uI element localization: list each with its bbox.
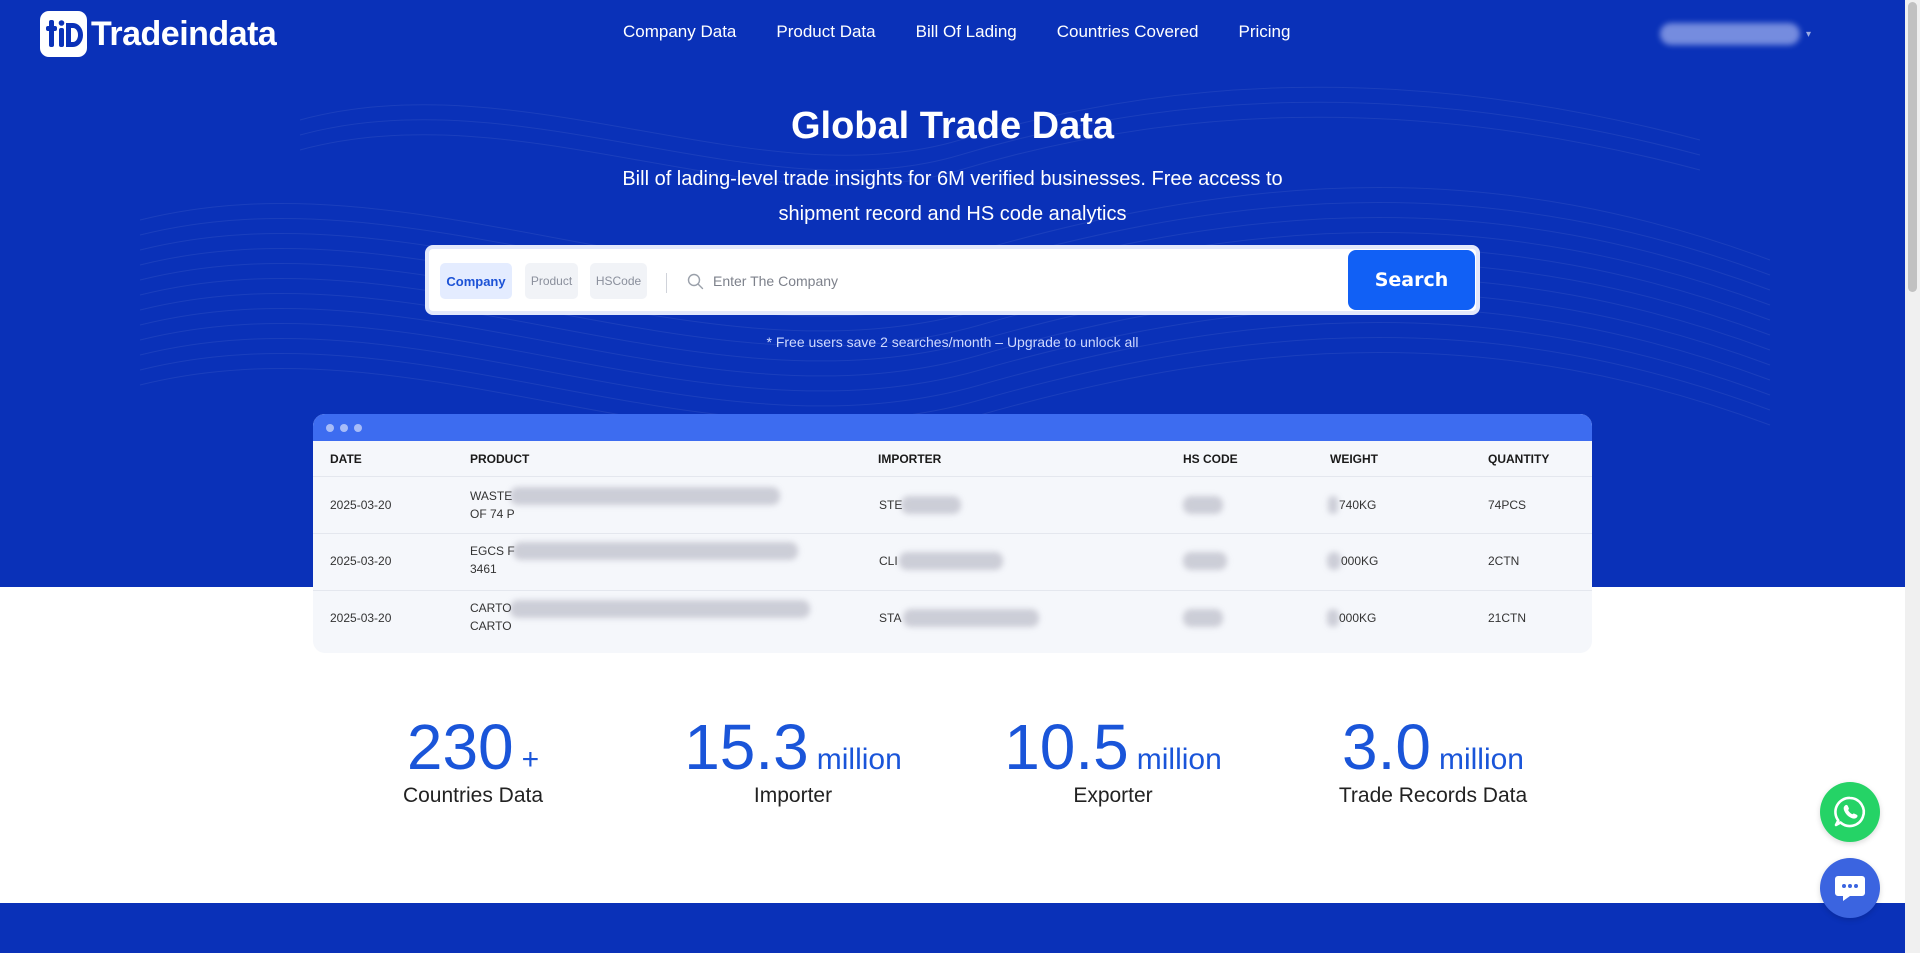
window-dot-icon: [354, 424, 362, 432]
brand-logo[interactable]: Tradeindata: [40, 11, 277, 57]
cell-importer: STE: [879, 498, 903, 512]
nav-product-data[interactable]: Product Data: [776, 22, 875, 42]
search-tab-company[interactable]: Company: [440, 263, 512, 299]
blurred-hs-code: [1183, 609, 1223, 627]
brand-name: Tradeindata: [91, 14, 277, 53]
chevron-down-icon: ▾: [1806, 28, 1812, 40]
cell-quantity: 2CTN: [1488, 554, 1520, 568]
cell-weight: 740KG: [1339, 498, 1377, 512]
blurred-weight-prefix: [1327, 552, 1341, 570]
column-header-hs-code: HS CODE: [1183, 452, 1238, 466]
hero-subtitle: Bill of lading-level trade insights for …: [622, 168, 1283, 225]
logo-mark-icon: [40, 11, 87, 57]
stat-countries: 230 + Countries Data: [323, 712, 623, 808]
table-row[interactable]: 2025-03-20 CARTO CARTO STA 000KG 21CTN: [313, 590, 1592, 646]
stat-label: Exporter: [1073, 784, 1153, 807]
stat-label: Countries Data: [402, 784, 544, 807]
cell-weight: 000KG: [1341, 554, 1379, 568]
blurred-weight-prefix: [1327, 609, 1339, 627]
blurred-account-name: [1660, 23, 1800, 45]
top-navbar: Tradeindata Company Data Product Data Bi…: [0, 0, 1920, 68]
stat-number: 10.5: [1004, 711, 1129, 783]
cell-date: 2025-03-20: [330, 554, 392, 568]
stat-unit: million: [816, 743, 902, 776]
page-scrollbar[interactable]: [1905, 0, 1920, 953]
stat-number: 3.0: [1342, 711, 1431, 783]
stat-unit: million: [1136, 743, 1222, 776]
stat-label: Trade Records Data: [1338, 784, 1528, 807]
blurred-product-text: [513, 542, 798, 560]
blurred-product-text: [510, 487, 780, 505]
stat-number: 15.3: [684, 711, 809, 783]
table-row[interactable]: 2025-03-20 EGCS F 3461 CLI 000KG 2CTN: [313, 533, 1592, 589]
column-header-importer: IMPORTER: [878, 452, 942, 466]
free-users-note: * Free users save 2 searches/month – Upg…: [766, 334, 1139, 350]
cell-date: 2025-03-20: [330, 611, 392, 625]
nav-pricing[interactable]: Pricing: [1239, 22, 1291, 42]
column-header-weight: WEIGHT: [1330, 452, 1378, 466]
search-tab-hscode[interactable]: HSCode: [590, 263, 647, 299]
blurred-hs-code: [1183, 496, 1223, 514]
cell-product: WASTE OF 74 P: [470, 489, 515, 521]
cell-product: CARTO CARTO: [470, 601, 512, 633]
stat-trade-records: 3.0 million Trade Records Data: [1283, 712, 1583, 808]
search-box: Company Product HSCode Search: [425, 245, 1480, 315]
nav-company-data[interactable]: Company Data: [623, 22, 736, 42]
column-header-quantity: QUANTITY: [1488, 452, 1550, 466]
cell-quantity: 74PCS: [1488, 498, 1527, 512]
blurred-weight-prefix: [1328, 496, 1338, 514]
stat-unit: +: [521, 743, 540, 776]
stat-label: Importer: [753, 784, 833, 807]
cell-importer: STA: [879, 611, 902, 625]
chat-bubble-icon: [1835, 876, 1865, 901]
blurred-importer-text: [903, 609, 1039, 627]
search-tab-product[interactable]: Product: [525, 263, 578, 299]
cell-date: 2025-03-20: [330, 498, 392, 512]
blurred-importer-text: [901, 496, 961, 514]
column-header-product: PRODUCT: [470, 452, 530, 466]
user-account-menu[interactable]: ▾: [1660, 20, 1820, 48]
cell-product: EGCS F 3461: [470, 544, 515, 576]
blurred-importer-text: [899, 552, 1003, 570]
whatsapp-icon: [1834, 796, 1866, 828]
blurred-product-text: [510, 600, 810, 618]
window-dot-icon: [340, 424, 348, 432]
nav-countries-covered[interactable]: Countries Covered: [1057, 22, 1199, 42]
search-divider: [666, 273, 667, 293]
scrollbar-thumb[interactable]: [1908, 2, 1917, 292]
table-row[interactable]: 2025-03-20 WASTE OF 74 P STE 740KG 74PCS: [313, 476, 1592, 532]
window-dot-icon: [326, 424, 334, 432]
blurred-hs-code: [1183, 552, 1227, 570]
nav-bill-of-lading[interactable]: Bill Of Lading: [916, 22, 1017, 42]
search-icon: [687, 273, 704, 290]
window-title-bar: [313, 414, 1592, 441]
cell-importer: CLI: [879, 554, 898, 568]
search-input[interactable]: [713, 265, 1313, 297]
column-header-date: DATE: [330, 452, 362, 466]
stat-importer: 15.3 million Importer: [643, 712, 943, 808]
search-button[interactable]: Search: [1348, 250, 1475, 310]
chat-support-button[interactable]: [1820, 858, 1880, 918]
next-section-band: [0, 903, 1905, 953]
cell-quantity: 21CTN: [1488, 611, 1527, 625]
hero-title: Global Trade Data: [790, 105, 1115, 147]
cell-weight: 000KG: [1339, 611, 1377, 625]
sample-shipment-table: DATE PRODUCT IMPORTER HS CODE WEIGHT QUA…: [313, 414, 1592, 653]
stat-exporter: 10.5 million Exporter: [963, 712, 1263, 808]
main-nav: Company Data Product Data Bill Of Lading…: [623, 22, 1290, 42]
whatsapp-button[interactable]: [1820, 782, 1880, 842]
stat-unit: million: [1438, 743, 1524, 776]
stat-number: 230: [406, 711, 514, 783]
